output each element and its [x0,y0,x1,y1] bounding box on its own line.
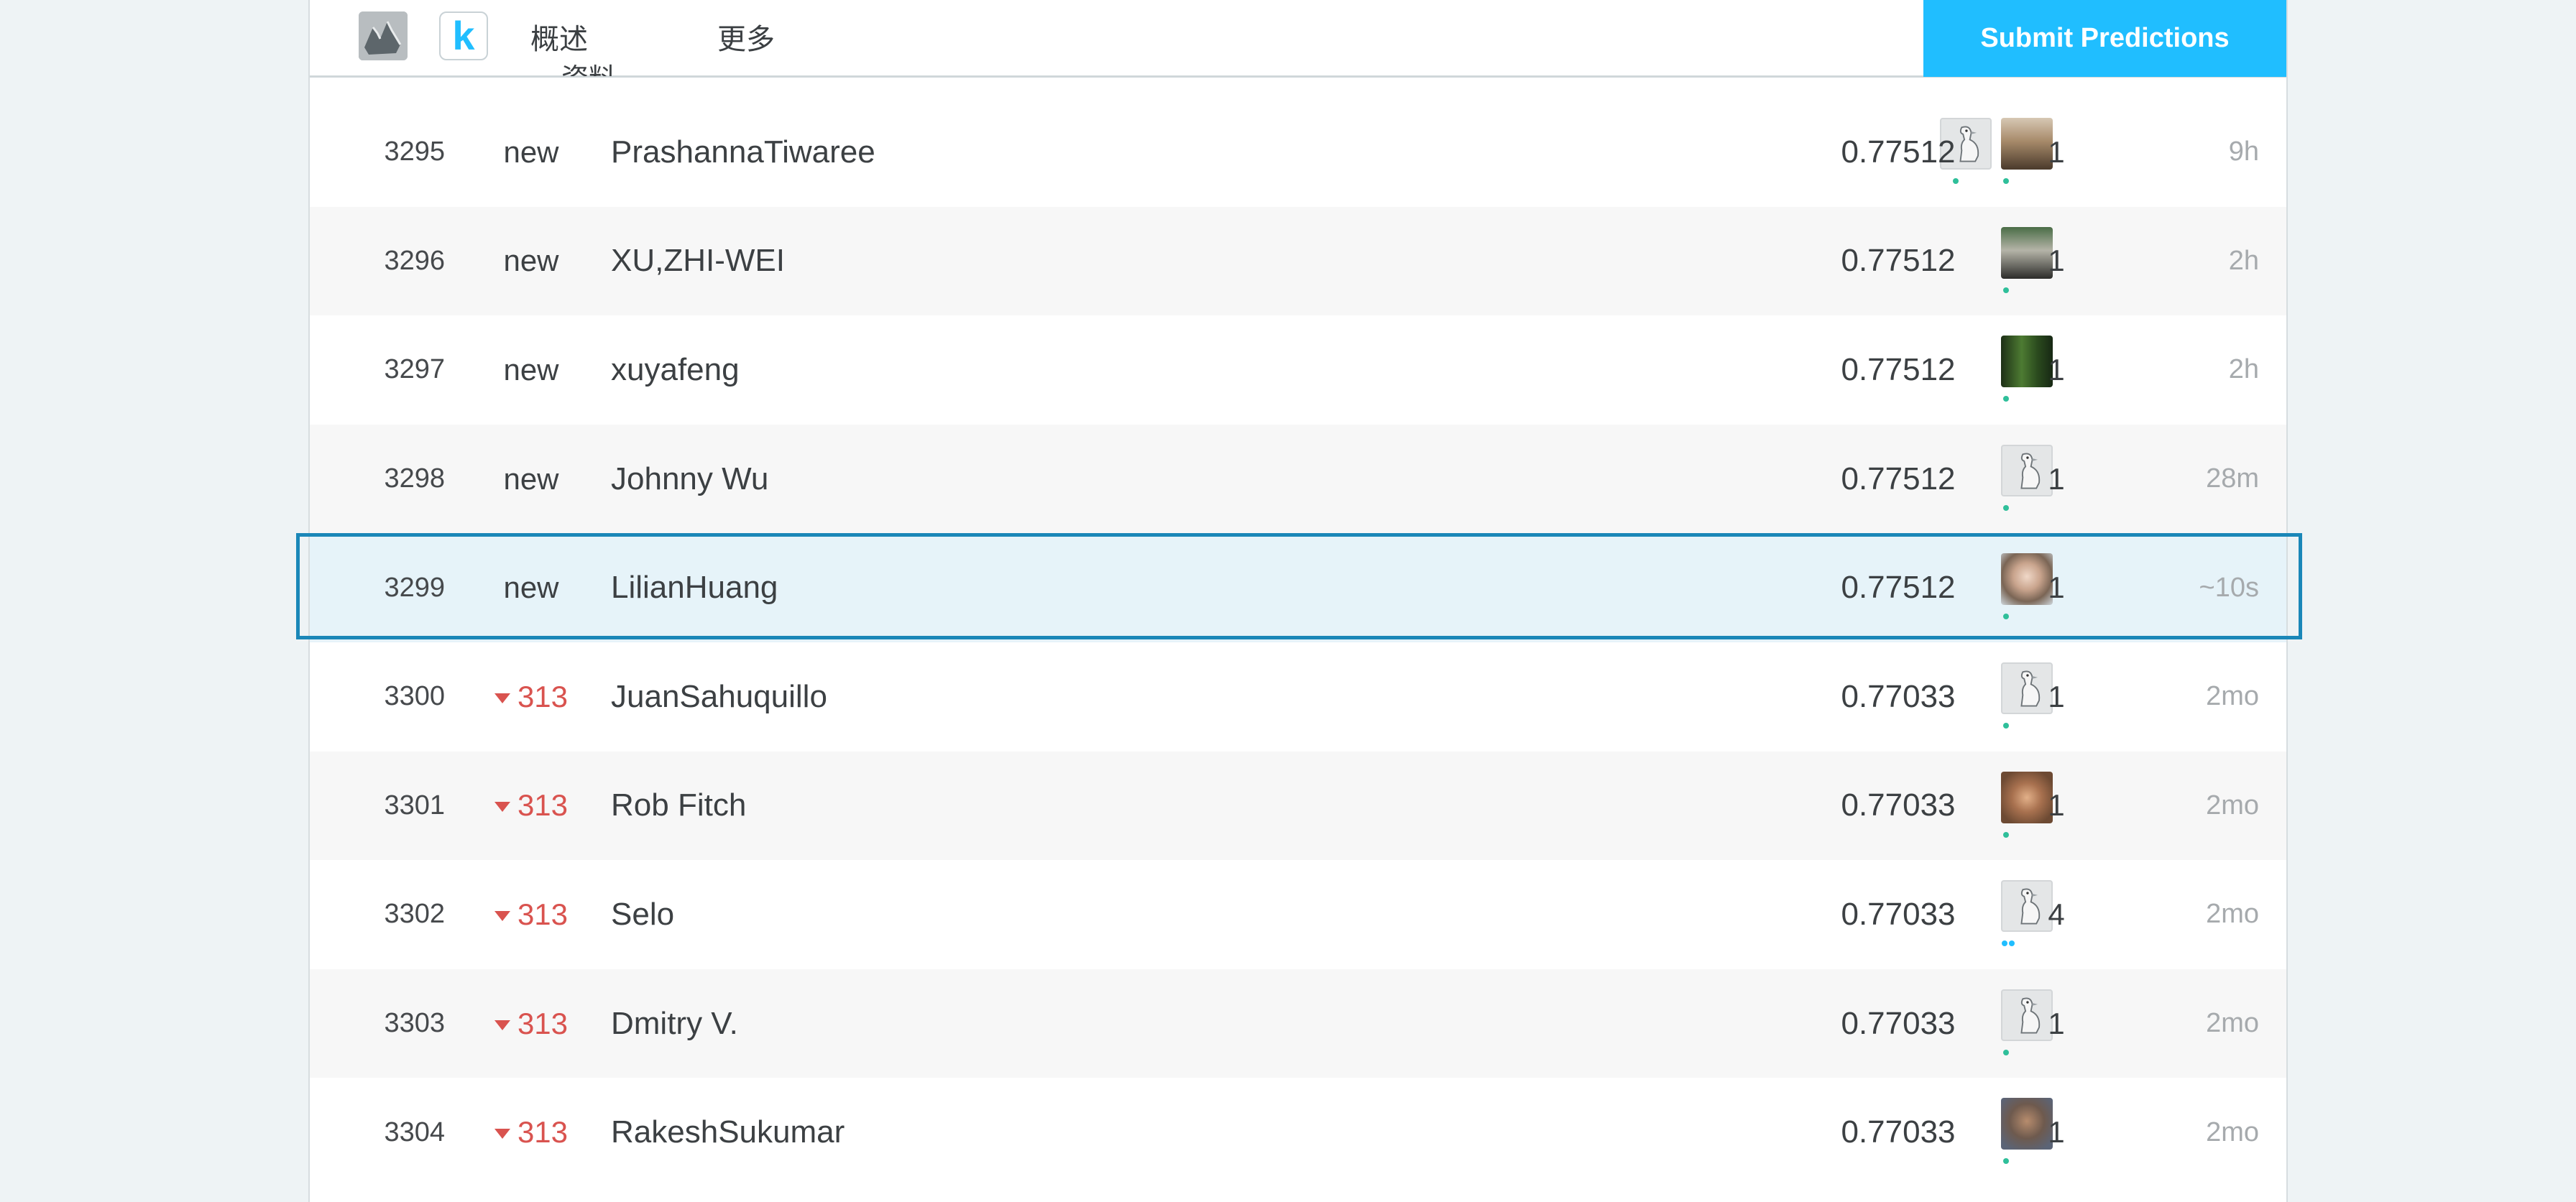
rank-change: new [503,134,559,169]
rank-change: 313 [481,752,581,861]
team-name[interactable]: JuanSahuquillo [611,642,1581,752]
entries: 1 [2048,1115,2065,1150]
entries: 1 [2048,570,2065,605]
last-submission: 2mo [2206,1117,2259,1147]
rank: 3301 [384,790,445,820]
submit-predictions-button[interactable]: Submit Predictions [1923,0,2286,77]
score: 0.77512 [1841,243,1956,279]
entries: 1 [2048,679,2065,713]
leaderboard-row[interactable]: 3303 313 Dmitry V. 0.77033 1 2mo [310,968,2286,1078]
last-submission: 2mo [2206,790,2259,820]
rank: 3296 [384,245,445,276]
last-submission: 9h [2228,137,2259,167]
entries: 4 [2048,897,2065,931]
score: 0.77512 [1841,570,1956,606]
score: 0.77033 [1841,896,1956,932]
tab-overview[interactable]: 概述 [530,16,588,57]
leaderboard-row[interactable]: 3296 new XU,ZHI-WEI 0.77512 1 2h [310,206,2286,316]
competition-thumbnail[interactable] [359,11,408,60]
kaggle-logo[interactable]: k [439,11,488,60]
leaderboard-rows: 3295 new PrashannaTiwaree 0.77512 1 9h 3… [310,98,2286,1187]
rank-change: 313 [481,860,581,969]
last-submission: 2mo [2206,899,2259,930]
rank-change: new [503,461,559,496]
last-submission: 2h [2228,245,2259,276]
rank-change: 313 [481,1078,581,1187]
rank: 3298 [384,463,445,494]
score: 0.77033 [1841,787,1956,823]
team-name[interactable]: LilianHuang [611,533,1581,642]
last-submission: 28m [2206,463,2259,494]
rank-change: 313 [481,642,581,752]
score: 0.77512 [1841,351,1956,387]
score: 0.77033 [1841,678,1956,714]
rank-change-value: 313 [517,679,569,713]
team-name[interactable]: XU,ZHI-WEI [611,207,1581,316]
score: 0.77033 [1841,1114,1956,1150]
entries: 1 [2048,461,2065,496]
team-name[interactable]: xuyafeng [611,315,1581,425]
entries: 1 [2048,1006,2065,1040]
rank-change-value: 313 [517,788,569,823]
rank-change: new [503,570,559,605]
rank: 3302 [384,899,445,930]
rank-down-icon [494,693,510,703]
team-name[interactable]: Selo [611,860,1581,969]
rank-change: 313 [481,969,581,1078]
rank: 3304 [384,1117,445,1147]
team-name[interactable]: PrashannaTiwaree [611,98,1581,207]
leaderboard-row[interactable]: 3298 new Johnny Wu 0.77512 1 28m [310,424,2286,534]
entries: 1 [2048,352,2065,387]
rank-down-icon [494,910,510,921]
rank: 3303 [384,1008,445,1039]
leaderboard-row[interactable]: 3300 313 JuanSahuquillo 0.77033 1 2mo [310,642,2286,752]
rank-change: new [503,352,559,387]
rank-change-value: 313 [517,1115,569,1150]
entries: 1 [2048,134,2065,169]
rank-down-icon [494,1020,510,1030]
entries: 1 [2048,788,2065,823]
team-name[interactable]: Johnny Wu [611,425,1581,534]
leaderboard-container: k 概述 资料 更多 Submit Predictions 3295 new P… [308,0,2288,1202]
rank-down-icon [494,802,510,813]
team-name[interactable]: Dmitry V. [611,969,1581,1078]
tab-more[interactable]: 更多 [717,16,775,57]
entries: 1 [2048,244,2065,278]
leaderboard-row[interactable]: 3295 new PrashannaTiwaree 0.77512 1 9h [310,98,2286,207]
last-submission: ~10s [2199,572,2259,603]
leaderboard-row[interactable]: 3302 313 Selo 0.77033 4 2mo [310,860,2286,969]
leaderboard-row-own[interactable]: 3299 new LilianHuang 0.77512 1 ~10s [310,533,2286,642]
last-submission: 2mo [2206,681,2259,712]
rank-change: new [503,244,559,278]
score: 0.77033 [1841,1005,1956,1041]
last-submission: 2h [2228,354,2259,385]
rank: 3297 [384,354,445,385]
competition-header: k 概述 资料 更多 Submit Predictions [310,0,2286,78]
rank: 3299 [384,572,445,603]
rank-down-icon [494,1129,510,1139]
leaderboard-row[interactable]: 3297 new xuyafeng 0.77512 1 2h [310,315,2286,425]
score: 0.77512 [1841,134,1956,170]
rank-change-value: 313 [517,897,569,931]
rank: 3295 [384,137,445,167]
page: k 概述 资料 更多 Submit Predictions 3295 new P… [0,0,2576,1202]
team-name[interactable]: RakeshSukumar [611,1078,1581,1187]
rank-change-value: 313 [517,1006,569,1040]
leaderboard-row[interactable]: 3304 313 RakeshSukumar 0.77033 1 2mo [310,1078,2286,1187]
leaderboard-row[interactable]: 3301 313 Rob Fitch 0.77033 1 2mo [310,751,2286,861]
score: 0.77512 [1841,461,1956,496]
tab-data[interactable]: 资料 [561,56,616,76]
rank: 3300 [384,681,445,712]
team-name[interactable]: Rob Fitch [611,752,1581,861]
last-submission: 2mo [2206,1008,2259,1039]
